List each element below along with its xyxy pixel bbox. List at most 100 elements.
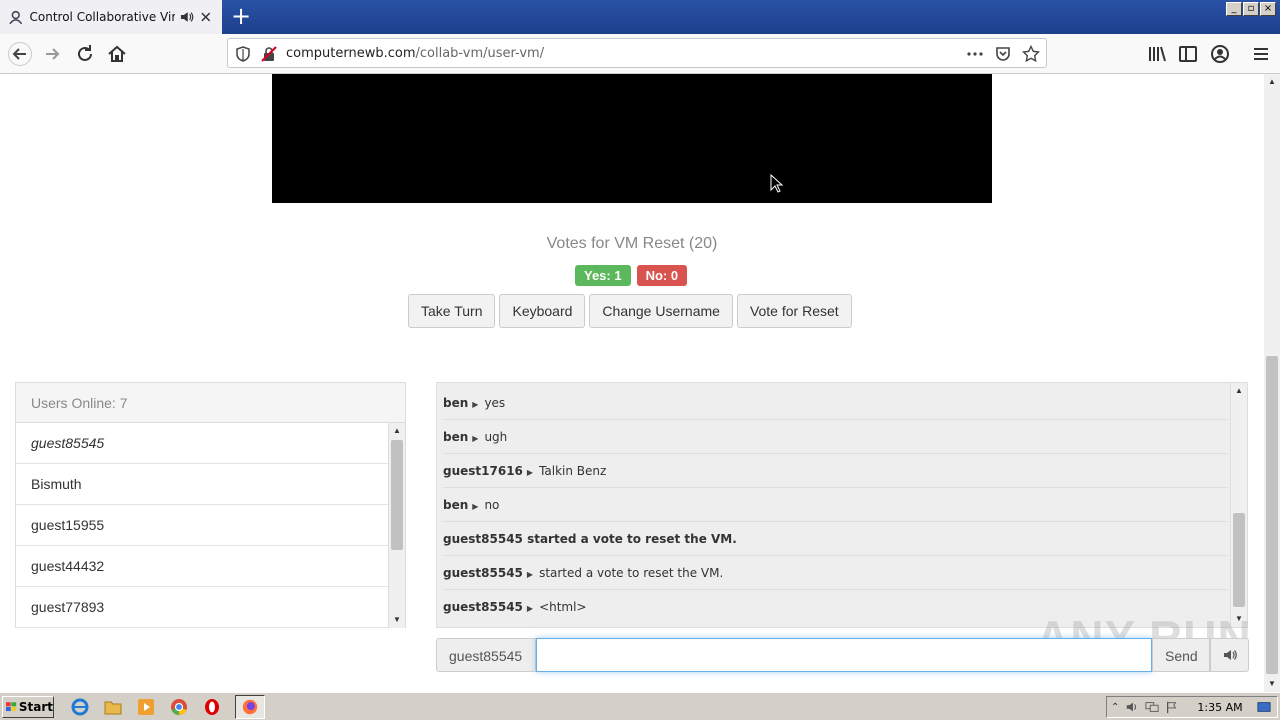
chat-messages[interactable]: ben ▶ yes ben ▶ ugh guest17616 ▶ Talkin Benz b… bbox=[443, 386, 1227, 624]
vote-no-badge: No: 0 bbox=[636, 265, 688, 286]
chat-message: ben ▶ no bbox=[443, 488, 1227, 522]
chat-sound-button[interactable] bbox=[1210, 638, 1249, 672]
vote-title: Votes for VM Reset (20) bbox=[546, 235, 718, 252]
chat-nick: ben bbox=[443, 498, 469, 512]
user-item[interactable]: guest77893 bbox=[16, 587, 389, 628]
chat-message: guest17616 ▶ Talkin Benz bbox=[443, 454, 1227, 488]
tab-close-icon[interactable] bbox=[198, 9, 214, 25]
media-player-icon[interactable] bbox=[136, 697, 156, 717]
insecure-lock-icon[interactable] bbox=[260, 45, 278, 63]
home-icon[interactable] bbox=[105, 42, 129, 66]
chat-arrow-icon: ▶ bbox=[526, 468, 534, 477]
reload-icon[interactable] bbox=[73, 42, 97, 66]
users-online-header: Users Online: 7 bbox=[16, 383, 405, 423]
chat-arrow-icon: ▶ bbox=[472, 434, 479, 443]
send-button[interactable]: Send bbox=[1152, 638, 1210, 672]
account-icon[interactable] bbox=[1208, 42, 1232, 66]
new-tab-button[interactable]: + bbox=[228, 4, 254, 30]
chat-arrow-icon: ▶ bbox=[526, 570, 534, 579]
tray-volume-icon[interactable] bbox=[1125, 700, 1139, 714]
scroll-up-arrow-icon[interactable]: ▲ bbox=[1264, 74, 1280, 90]
user-item[interactable]: guest85545 bbox=[16, 423, 389, 464]
scroll-down-arrow-icon[interactable]: ▼ bbox=[1264, 676, 1280, 692]
tray-flag-icon[interactable] bbox=[1165, 700, 1179, 714]
chat-text: ugh bbox=[484, 430, 508, 444]
scroll-thumb[interactable] bbox=[1266, 356, 1278, 674]
window-close-button[interactable]: × bbox=[1260, 2, 1276, 16]
back-arrow-icon[interactable] bbox=[8, 42, 32, 66]
chat-panel: ben ▶ yes ben ▶ ugh guest17616 ▶ Talkin Benz b… bbox=[436, 382, 1248, 628]
shield-icon[interactable] bbox=[234, 45, 252, 63]
chrome-icon[interactable] bbox=[169, 697, 189, 717]
chat-input-group: guest85545 Send bbox=[436, 638, 1249, 672]
scroll-up-arrow-icon[interactable]: ▲ bbox=[389, 423, 405, 439]
window-controls: _ ▫ × bbox=[1226, 2, 1276, 16]
chat-scrollbar[interactable]: ▲ ▼ bbox=[1230, 383, 1247, 627]
url-text[interactable]: computernewb.com/collab-vm/user-vm/ bbox=[286, 46, 544, 61]
browser-tab-bar: Control Collaborative Virtual M + _ ▫ × bbox=[0, 0, 1280, 34]
tab-audio-icon[interactable] bbox=[179, 9, 195, 25]
chat-message: ben ▶ ugh bbox=[443, 420, 1227, 454]
vm-controls: Take Turn Keyboard Change Username Vote … bbox=[408, 294, 852, 328]
chat-text: yes bbox=[484, 396, 506, 410]
forward-arrow-icon[interactable] bbox=[41, 42, 65, 66]
maximize-button[interactable]: ▫ bbox=[1243, 2, 1259, 16]
windows-logo-icon bbox=[6, 701, 17, 711]
scroll-thumb[interactable] bbox=[391, 440, 403, 550]
opera-icon[interactable] bbox=[202, 697, 222, 717]
chat-system-message: guest85545 started a vote to reset the V… bbox=[443, 522, 1227, 556]
users-list[interactable]: guest85545 Bismuth guest15955 guest44432… bbox=[16, 423, 389, 628]
sidebar-icon[interactable] bbox=[1176, 42, 1200, 66]
vote-counts: Yes: 1 No: 0 bbox=[575, 265, 688, 286]
scroll-thumb[interactable] bbox=[1233, 513, 1245, 607]
pocket-icon[interactable] bbox=[994, 45, 1012, 63]
keyboard-button[interactable]: Keyboard bbox=[499, 294, 586, 328]
vote-yes-badge: Yes: 1 bbox=[575, 265, 631, 286]
user-item[interactable]: Bismuth bbox=[16, 464, 389, 505]
change-username-button[interactable]: Change Username bbox=[589, 294, 733, 328]
chat-nick: ben bbox=[443, 430, 469, 444]
vm-display[interactable] bbox=[272, 74, 992, 203]
explorer-folder-icon[interactable] bbox=[103, 697, 123, 717]
minimize-button[interactable]: _ bbox=[1226, 2, 1242, 16]
start-button[interactable]: Start bbox=[2, 695, 54, 718]
current-username: guest85545 bbox=[436, 638, 536, 672]
system-tray: ⌃ 1:35 AM bbox=[1106, 696, 1278, 718]
chat-nick: guest85545 bbox=[443, 600, 523, 614]
tray-expand-icon[interactable]: ⌃ bbox=[1111, 702, 1119, 713]
chat-message: ben ▶ yes bbox=[443, 386, 1227, 420]
start-label: Start bbox=[18, 699, 53, 714]
chat-input[interactable] bbox=[536, 638, 1152, 672]
show-desktop-icon[interactable] bbox=[1257, 700, 1271, 714]
chat-message: guest85545 ▶ started a vote to reset the V… bbox=[443, 556, 1227, 590]
page-content: Votes for VM Reset (20) Yes: 1 No: 0 Tak… bbox=[0, 74, 1264, 692]
chat-nick: ben bbox=[443, 396, 469, 410]
chat-text: started a vote to reset the VM. bbox=[539, 566, 724, 580]
tray-network-icon[interactable] bbox=[1145, 700, 1159, 714]
users-scrollbar[interactable]: ▲ ▼ bbox=[388, 423, 405, 628]
chat-text: Talkin Benz bbox=[539, 464, 607, 478]
page-actions-icon[interactable] bbox=[966, 45, 984, 63]
users-panel: Users Online: 7 guest85545 Bismuth guest… bbox=[15, 382, 406, 628]
library-icon[interactable] bbox=[1145, 42, 1169, 66]
user-item[interactable]: guest44432 bbox=[16, 546, 389, 587]
ie-icon[interactable] bbox=[70, 697, 90, 717]
bookmark-star-icon[interactable] bbox=[1022, 45, 1040, 63]
page-favicon-icon bbox=[9, 10, 23, 25]
page-scrollbar[interactable]: ▲ ▼ bbox=[1264, 74, 1280, 692]
scroll-down-arrow-icon[interactable]: ▼ bbox=[389, 612, 405, 628]
chat-text: no bbox=[484, 498, 500, 512]
tray-clock[interactable]: 1:35 AM bbox=[1197, 701, 1242, 714]
vote-reset-button[interactable]: Vote for Reset bbox=[736, 294, 852, 328]
url-bar[interactable]: computernewb.com/collab-vm/user-vm/ bbox=[227, 38, 1047, 68]
scroll-up-arrow-icon[interactable]: ▲ bbox=[1231, 383, 1247, 399]
take-turn-button[interactable]: Take Turn bbox=[408, 294, 496, 328]
mouse-cursor-icon bbox=[770, 174, 784, 193]
user-item[interactable]: guest15955 bbox=[16, 505, 389, 546]
browser-tab[interactable]: Control Collaborative Virtual M bbox=[0, 0, 222, 34]
menu-icon[interactable] bbox=[1249, 42, 1273, 66]
firefox-taskbar-button[interactable] bbox=[235, 694, 265, 719]
tab-title: Control Collaborative Virtual M bbox=[29, 10, 175, 24]
chat-arrow-icon: ▶ bbox=[526, 604, 534, 613]
url-path: /collab-vm/user-vm/ bbox=[415, 46, 545, 61]
